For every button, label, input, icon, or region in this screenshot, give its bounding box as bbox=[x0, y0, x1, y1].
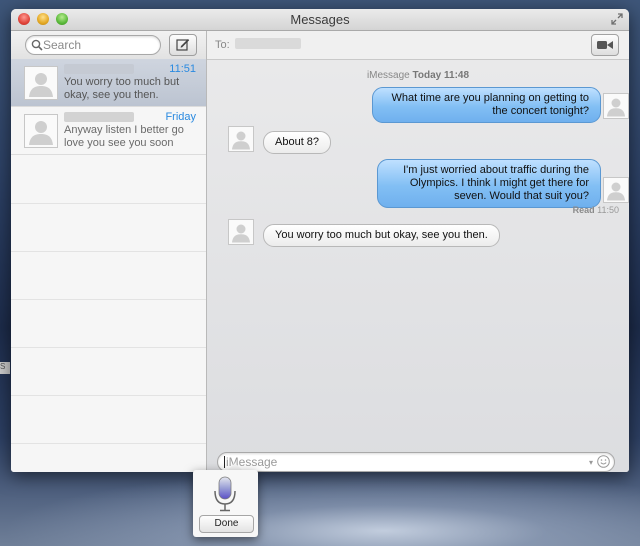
person-icon bbox=[607, 98, 625, 117]
empty-list-row bbox=[11, 155, 206, 204]
person-icon bbox=[29, 121, 53, 145]
compose-icon bbox=[176, 39, 190, 51]
to-label: To: bbox=[215, 39, 230, 51]
fullscreen-icon[interactable] bbox=[611, 13, 623, 25]
desktop-window-edge: S bbox=[0, 362, 10, 374]
recipient-bar: To: bbox=[207, 31, 629, 60]
read-label: Read bbox=[572, 205, 595, 215]
search-input[interactable]: Search bbox=[25, 35, 161, 55]
empty-list-row bbox=[11, 395, 206, 444]
search-bar: Search bbox=[11, 31, 206, 60]
text-cursor bbox=[224, 456, 225, 468]
message-input[interactable]: iMessage ▾ bbox=[217, 452, 615, 472]
my-avatar bbox=[603, 93, 629, 119]
search-placeholder: Search bbox=[43, 38, 82, 52]
read-receipt: Read 11:50 bbox=[573, 205, 619, 215]
video-camera-icon bbox=[597, 41, 613, 49]
person-icon bbox=[232, 131, 250, 150]
conversation-item-2[interactable]: Friday Anyway listen I better go love yo… bbox=[11, 107, 206, 155]
window-title: Messages bbox=[290, 12, 350, 27]
facetime-button[interactable] bbox=[591, 34, 619, 56]
conversation-sidebar: Search 11:51 You worry too much but okay… bbox=[11, 31, 207, 472]
chevron-down-icon[interactable]: ▾ bbox=[589, 458, 593, 467]
conversation-time: Friday bbox=[165, 111, 196, 123]
emoji-icon[interactable] bbox=[597, 455, 610, 468]
empty-list-row bbox=[11, 299, 206, 348]
done-button[interactable]: Done bbox=[199, 515, 254, 533]
empty-list-row bbox=[11, 251, 206, 300]
person-icon bbox=[29, 73, 53, 97]
input-bar: iMessage ▾ bbox=[207, 443, 629, 472]
timestamp-service: iMessage bbox=[366, 70, 410, 81]
contact-name-redacted bbox=[64, 64, 134, 74]
recipient-name-redacted[interactable] bbox=[235, 38, 301, 49]
person-icon bbox=[607, 182, 625, 201]
contact-avatar bbox=[228, 126, 254, 152]
microphone-icon bbox=[214, 476, 236, 512]
my-avatar bbox=[603, 177, 629, 203]
conversation-item-1[interactable]: 11:51 You worry too much but okay, see y… bbox=[11, 59, 206, 107]
message-bubble-sent[interactable]: I'm just worried about traffic during th… bbox=[377, 159, 601, 208]
messages-window: Messages Search 11:51 You worry too much… bbox=[11, 9, 629, 472]
message-bubble-received[interactable]: About 8? bbox=[263, 131, 332, 154]
compose-button[interactable] bbox=[169, 34, 197, 56]
contact-name-redacted bbox=[64, 112, 134, 122]
contact-avatar bbox=[24, 66, 58, 100]
message-timestamp: iMessage Today 11:48 bbox=[207, 70, 629, 81]
contact-avatar bbox=[228, 219, 254, 245]
conversation-preview: Anyway listen I better go love you see y… bbox=[64, 124, 184, 149]
search-icon bbox=[31, 39, 43, 51]
message-bubble-received[interactable]: You worry too much but okay, see you the… bbox=[263, 224, 500, 247]
timestamp-time: Today 11:48 bbox=[412, 70, 470, 81]
conversation-time: 11:51 bbox=[169, 63, 196, 75]
empty-list-row bbox=[11, 203, 206, 252]
dictation-popover: Done bbox=[193, 470, 258, 537]
title-bar[interactable]: Messages bbox=[11, 9, 629, 31]
desktop-edge-text: S bbox=[0, 362, 6, 371]
desktop-background bbox=[0, 470, 640, 546]
conversation-pane: To: iMessage Today 11:48 What time are y… bbox=[207, 31, 629, 472]
contact-avatar bbox=[24, 114, 58, 148]
message-bubble-sent[interactable]: What time are you planning on getting to… bbox=[372, 87, 601, 123]
empty-list-row bbox=[11, 347, 206, 396]
person-icon bbox=[232, 224, 250, 243]
conversation-preview: You worry too much but okay, see you the… bbox=[64, 76, 180, 101]
read-time: 11:50 bbox=[597, 205, 619, 215]
